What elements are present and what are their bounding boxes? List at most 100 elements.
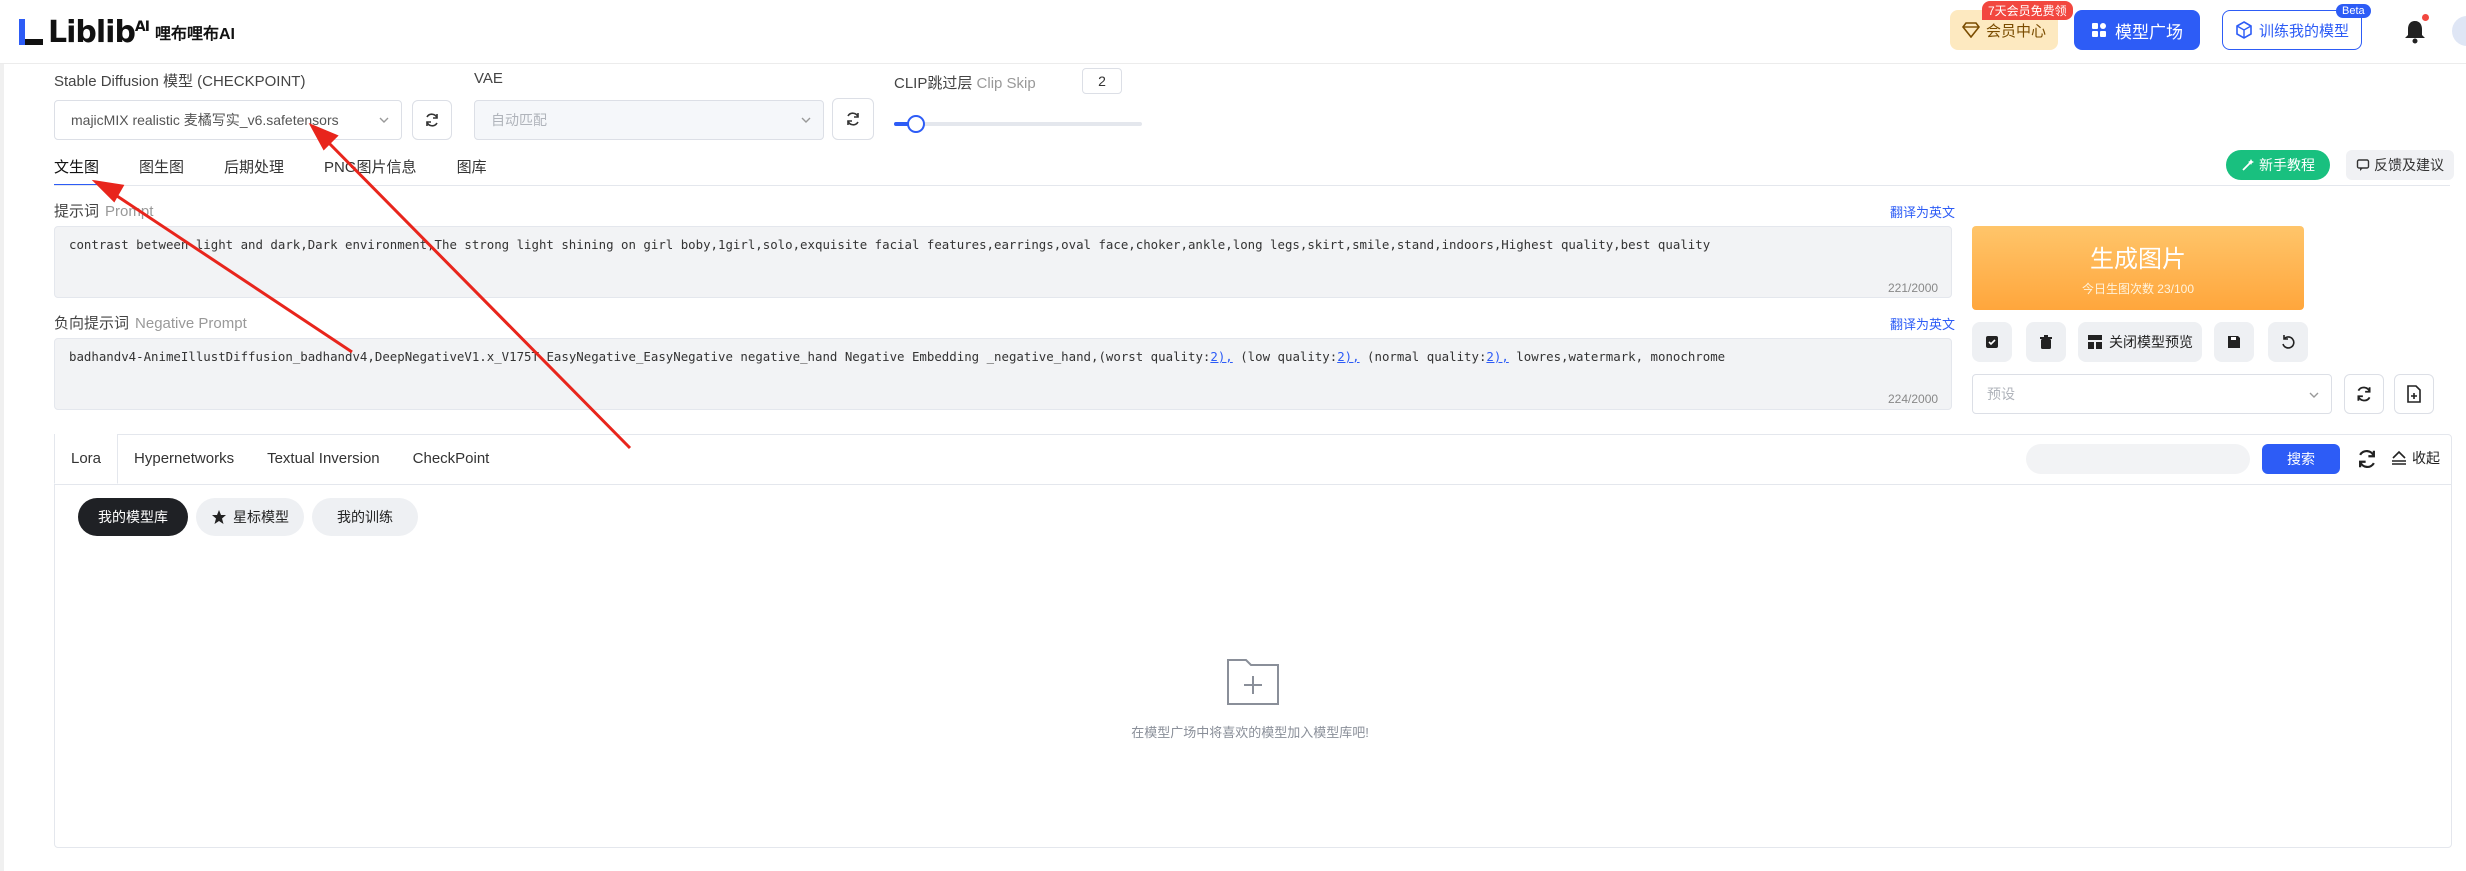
library-tab-checkpoint[interactable]: CheckPoint	[397, 434, 507, 484]
vae-select[interactable]: 自动匹配	[474, 100, 824, 140]
negative-counter: 224/2000	[1888, 392, 1939, 406]
feedback-label: 反馈及建议	[2374, 157, 2444, 173]
preset-select[interactable]: 预设	[1972, 374, 2332, 414]
library-tab-hypernetworks[interactable]: Hypernetworks	[118, 434, 251, 484]
negative-text-e: lowres,watermark, monochrome	[1508, 349, 1726, 364]
vae-value: 自动匹配	[491, 112, 547, 128]
my-training-pill[interactable]: 我的训练	[312, 498, 418, 536]
cube-icon	[2236, 21, 2252, 39]
negative-prompt-label: 负向提示词 Negative Prompt	[54, 315, 247, 332]
vip-center-label: 会员中心	[1985, 22, 2046, 40]
negative-text-c: (low quality:	[1232, 349, 1338, 364]
collapse-up-icon	[2392, 450, 2406, 465]
model-library-panel	[54, 434, 2452, 848]
layout-icon	[2088, 335, 2102, 349]
magic-wand-icon	[2242, 159, 2254, 171]
clip-skip-slider-track[interactable]	[894, 122, 1142, 126]
model-plaza-label: 模型广场	[2115, 22, 2183, 42]
file-import-icon	[2407, 385, 2421, 403]
library-tabs: Lora Hypernetworks Textual Inversion CheckP…	[54, 434, 506, 486]
logo-mark-icon	[19, 19, 43, 45]
tab-0[interactable]: 文生图	[54, 156, 100, 186]
library-search-button[interactable]: 搜索	[2262, 444, 2340, 474]
prompt-text: contrast between light and dark,Dark env…	[69, 237, 1711, 252]
checkpoint-select[interactable]: majicMIX realistic 麦橘写实_v6.safetensors	[54, 100, 402, 140]
chevron-down-icon	[2309, 392, 2319, 398]
my-training-label: 我的训练	[337, 509, 393, 525]
weight-1: 2),	[1210, 349, 1233, 364]
main-tabs: 文生图 图生图 后期处理 PNG图片信息 图库	[54, 156, 527, 186]
logo-text: LiblibAI	[48, 14, 150, 50]
notification-dot	[2422, 14, 2429, 21]
refresh-icon	[847, 112, 859, 126]
library-tab-textual-inversion[interactable]: Textual Inversion	[251, 434, 397, 484]
train-model-label: 训练我的模型	[2258, 22, 2349, 40]
tab-2[interactable]: 后期处理	[224, 156, 284, 186]
avatar[interactable]	[2452, 16, 2466, 46]
library-search-input[interactable]	[2026, 444, 2250, 474]
close-model-preview-label: 关闭模型预览	[2109, 334, 2193, 350]
logo-cn-text: 哩布哩布AI	[154, 26, 235, 43]
tab-4[interactable]: 图库	[457, 156, 487, 186]
star-icon	[212, 510, 226, 524]
feedback-button[interactable]: 反馈及建议	[2346, 150, 2454, 180]
tab-3[interactable]: PNG图片信息	[324, 156, 417, 186]
refresh-library-icon[interactable]	[2356, 448, 2378, 470]
prompt-textarea[interactable]: contrast between light and dark,Dark env…	[54, 226, 1952, 298]
beta-badge: Beta	[2336, 4, 2371, 18]
empty-library-text: 在模型广场中将喜欢的模型加入模型库吧!	[1131, 725, 1369, 740]
negative-text-b: ,DeepNegativeV1.x_V175T EasyNegative_Eas…	[367, 349, 1211, 364]
logo[interactable]: LiblibAI 哩布哩布AI	[16, 14, 235, 50]
refresh-icon	[2357, 386, 2371, 402]
trash-icon	[2040, 335, 2052, 349]
clip-skip-slider-handle[interactable]	[907, 115, 926, 133]
save-button[interactable]	[2214, 322, 2254, 362]
trash-button[interactable]	[2026, 322, 2066, 362]
refresh-icon	[426, 113, 438, 127]
feedback-icon	[2356, 159, 2370, 171]
my-library-label: 我的模型库	[98, 509, 168, 525]
chevron-down-icon	[801, 117, 811, 123]
tab-1[interactable]: 图生图	[139, 156, 184, 186]
refresh-preset-button[interactable]	[2344, 374, 2384, 414]
negative-text-a: badhandv4-AnimeIllustDiffusion_badhandv4	[69, 349, 368, 364]
weight-3: 2),	[1486, 349, 1509, 364]
starred-models-label: 星标模型	[233, 509, 289, 525]
vip-promo-badge: 7天会员免费领	[1982, 1, 2073, 20]
reset-button[interactable]	[2268, 322, 2308, 362]
tutorial-button[interactable]: 新手教程	[2226, 150, 2330, 180]
notification-bell-icon[interactable]	[2402, 18, 2428, 44]
tabs-divider	[54, 185, 2450, 186]
clip-skip-input[interactable]: 2	[1082, 68, 1122, 94]
checkpoint-value: majicMIX realistic 麦橘写实_v6.safetensors	[71, 112, 339, 128]
prompt-label: 提示词 Prompt	[54, 203, 154, 220]
daily-generation-count: 今日生图次数 23/100	[2081, 282, 2195, 296]
collapse-label: 收起	[2412, 450, 2440, 466]
refresh-vae-button[interactable]	[832, 98, 874, 140]
close-model-preview-button[interactable]: 关闭模型预览	[2078, 322, 2202, 362]
left-edge-stripe	[0, 64, 4, 871]
library-tab-lora[interactable]: Lora	[54, 434, 119, 484]
diamond-icon	[1961, 22, 1980, 38]
preset-placeholder: 预设	[1987, 386, 2015, 402]
clip-skip-label: CLIP跳过层 Clip Skip	[894, 75, 1036, 92]
refresh-checkpoint-button[interactable]	[412, 100, 452, 140]
prompt-counter: 221/2000	[1888, 281, 1939, 295]
translate-negative-link[interactable]: 翻译为英文	[1890, 314, 1955, 333]
weight-2: 2),	[1337, 349, 1360, 364]
collapse-panel-button[interactable]: 收起	[2390, 448, 2440, 468]
starred-models-pill[interactable]: 星标模型	[196, 498, 304, 536]
grid-icon	[2092, 23, 2106, 37]
my-library-pill[interactable]: 我的模型库	[78, 498, 188, 536]
negative-prompt-textarea[interactable]: badhandv4-AnimeIllustDiffusion_badhandv4…	[54, 338, 1952, 410]
add-folder-icon	[1227, 659, 1279, 705]
checkpoint-label: Stable Diffusion 模型 (CHECKPOINT)	[54, 73, 306, 90]
vae-label: VAE	[474, 70, 503, 87]
model-plaza-button[interactable]: 模型广场	[2074, 10, 2200, 50]
import-preset-button[interactable]	[2394, 374, 2434, 414]
checkbox-toggle-button[interactable]	[1972, 322, 2012, 362]
negative-text-d: (normal quality:	[1359, 349, 1487, 364]
check-square-icon	[1986, 336, 1998, 348]
translate-prompt-link[interactable]: 翻译为英文	[1890, 202, 1955, 221]
generate-image-button[interactable]: 生成图片 今日生图次数 23/100	[1972, 226, 2304, 310]
